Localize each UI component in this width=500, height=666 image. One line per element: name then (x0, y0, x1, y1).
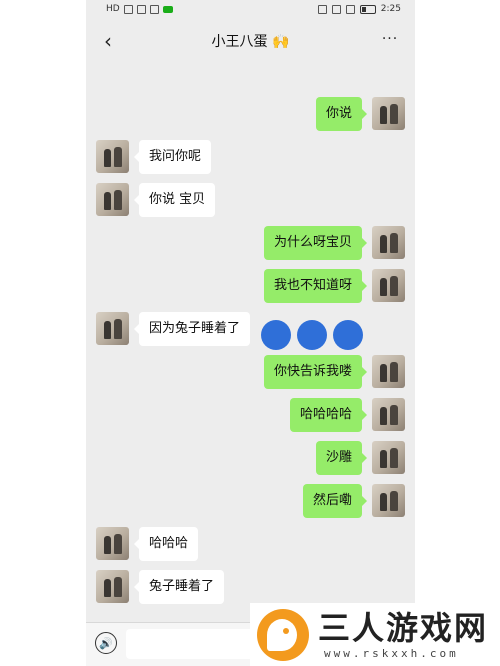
overlay-dot (297, 320, 327, 350)
my-avatar[interactable] (372, 484, 405, 517)
site-watermark: 三人游戏网 www.rskxxh.com (250, 603, 500, 666)
my-avatar[interactable] (372, 355, 405, 388)
outgoing-message: 我也不知道呀 (86, 269, 415, 303)
contact-avatar[interactable] (96, 570, 129, 603)
notification-icon (149, 4, 159, 14)
message-bubble[interactable]: 哈哈哈哈 (289, 398, 368, 432)
message-bubble[interactable]: 哈哈哈 (133, 527, 199, 561)
overlay-dots (261, 320, 371, 352)
outgoing-message: 你说 (86, 97, 415, 131)
message-bubble[interactable]: 我问你呢 (133, 140, 212, 174)
my-avatar[interactable] (372, 269, 405, 302)
battery-icon (359, 4, 376, 14)
outgoing-message: 为什么呀宝贝 (86, 226, 415, 260)
vibrate-icon (345, 4, 355, 14)
more-icon[interactable]: ··· (379, 29, 401, 53)
overlay-dot (333, 320, 363, 350)
nfc-icon (317, 4, 327, 14)
message-bubble[interactable]: 因为兔子睡着了 (133, 312, 251, 346)
incoming-message: 兔子睡着了 (86, 570, 415, 604)
incoming-message: 哈哈哈 (86, 527, 415, 561)
contact-avatar[interactable] (96, 312, 129, 345)
message-bubble[interactable]: 你说 宝贝 (133, 183, 216, 217)
message-bubble[interactable]: 兔子睡着了 (133, 570, 225, 604)
watermark-logo-icon (257, 609, 309, 661)
overlay-dot (261, 320, 291, 350)
status-right: 2:25 (317, 4, 401, 14)
outgoing-message: 你快告诉我喽 (86, 355, 415, 389)
incoming-message: 我问你呢 (86, 140, 415, 174)
message-bubble[interactable]: 你快告诉我喽 (263, 355, 368, 389)
chat-screen: HD 2:25 ‹ 小王八蛋 🙌 ··· 你说我问你呢你说 宝贝为什么呀宝贝 我也… (86, 0, 415, 666)
hd-indicator: HD (106, 4, 120, 14)
voice-icon[interactable]: 🔊 (95, 632, 117, 654)
contact-avatar[interactable] (96, 527, 129, 560)
message-bubble[interactable]: 我也不知道呀 (263, 269, 368, 303)
outgoing-message: 沙雕 (86, 441, 415, 475)
status-left: HD (106, 4, 173, 14)
my-avatar[interactable] (372, 441, 405, 474)
my-avatar[interactable] (372, 226, 405, 259)
my-avatar[interactable] (372, 97, 405, 130)
message-bubble[interactable]: 然后嘞 (302, 484, 368, 518)
status-bar: HD 2:25 (86, 0, 415, 22)
message-bubble[interactable]: 你说 (315, 97, 368, 131)
bluetooth-icon (331, 4, 341, 14)
message-bubble[interactable]: 为什么呀宝贝 (263, 226, 368, 260)
watermark-title: 三人游戏网 (318, 609, 489, 647)
chat-header: ‹ 小王八蛋 🙌 ··· (86, 22, 415, 60)
wifi-icon (136, 4, 146, 14)
wechat-icon (162, 5, 173, 13)
contact-avatar[interactable] (96, 183, 129, 216)
chat-title: 小王八蛋 🙌 (211, 34, 290, 50)
status-time: 2:25 (380, 4, 401, 14)
incoming-message: 你说 宝贝 (86, 183, 415, 217)
signal-icon (123, 4, 133, 14)
message-bubble[interactable]: 沙雕 (315, 441, 368, 475)
outgoing-message: 然后嘞 (86, 484, 415, 518)
watermark-url: www.rskxxh.com (324, 647, 459, 660)
contact-avatar[interactable] (96, 140, 129, 173)
outgoing-message: 哈哈哈哈 (86, 398, 415, 432)
my-avatar[interactable] (372, 398, 405, 431)
